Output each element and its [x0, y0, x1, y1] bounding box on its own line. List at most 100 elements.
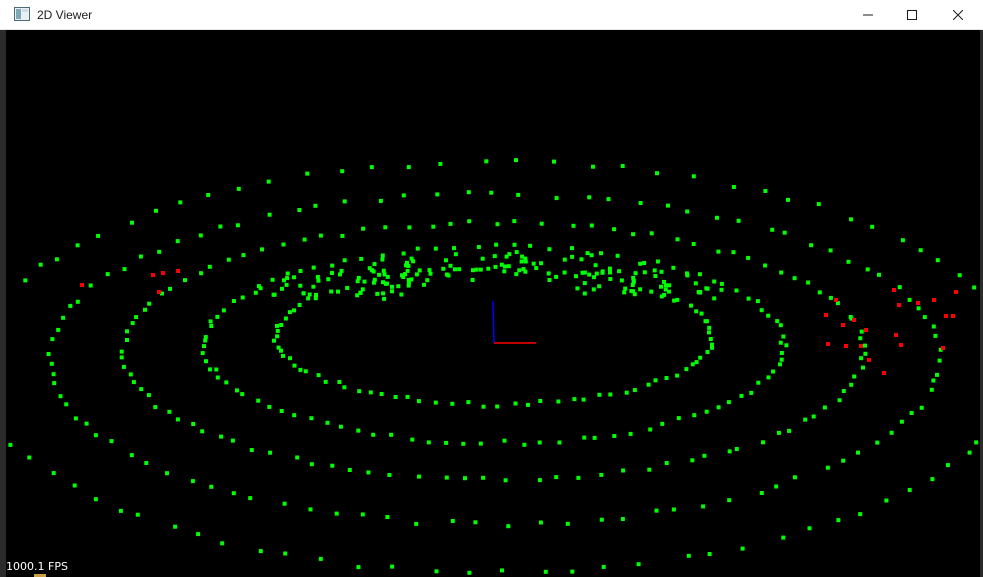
point [547, 278, 552, 282]
point [387, 473, 392, 477]
point [972, 285, 977, 290]
point [621, 468, 626, 473]
point [330, 263, 335, 268]
point [592, 435, 597, 440]
point [476, 245, 481, 249]
point-cloud-viewport[interactable]: 1000.1 FPS [6, 30, 980, 575]
point [230, 438, 235, 443]
point [359, 256, 364, 261]
point [219, 434, 224, 439]
point [592, 275, 596, 280]
point [478, 267, 483, 272]
point [93, 433, 98, 438]
title-bar[interactable]: 2D Viewer [0, 0, 983, 30]
point [638, 261, 643, 266]
point [105, 272, 110, 277]
point [46, 352, 51, 356]
point [608, 277, 613, 281]
point [125, 329, 129, 334]
point [281, 353, 285, 358]
point [726, 400, 731, 405]
point [659, 284, 663, 289]
point [339, 268, 344, 273]
point [951, 314, 955, 318]
point [342, 385, 347, 390]
point [49, 361, 54, 366]
point [954, 290, 958, 294]
point [389, 432, 394, 437]
point [428, 271, 433, 276]
point [231, 491, 236, 496]
point [8, 442, 13, 447]
point [399, 292, 404, 297]
point [894, 333, 898, 337]
point [134, 315, 139, 320]
point [632, 388, 637, 393]
point [248, 496, 253, 501]
z-axis-line [492, 300, 495, 344]
point [734, 447, 739, 451]
point [93, 497, 98, 502]
point [655, 171, 659, 176]
point [118, 508, 123, 513]
point [907, 297, 912, 302]
point [478, 441, 483, 446]
point [323, 379, 328, 384]
point [287, 310, 292, 315]
point [131, 380, 136, 385]
point [84, 421, 89, 426]
point [705, 350, 710, 354]
point [519, 259, 524, 264]
point [716, 249, 721, 254]
point [844, 344, 848, 348]
point [520, 254, 525, 259]
point [214, 367, 219, 372]
point [409, 256, 414, 261]
point [486, 266, 491, 271]
point [935, 258, 940, 263]
point [662, 279, 666, 284]
point [557, 440, 562, 445]
point [825, 465, 830, 470]
point [858, 512, 863, 517]
point [653, 378, 658, 383]
point [235, 388, 239, 393]
point [318, 556, 323, 561]
point [899, 343, 903, 347]
point [514, 158, 518, 163]
point [311, 265, 316, 270]
point [275, 323, 279, 328]
maximize-button[interactable] [889, 0, 935, 29]
point [811, 414, 816, 419]
point [756, 380, 761, 385]
point [834, 298, 838, 302]
point [565, 521, 570, 526]
point [654, 508, 659, 513]
point [856, 450, 860, 455]
point [61, 315, 66, 320]
point [119, 349, 124, 354]
point [574, 274, 578, 279]
point [433, 246, 438, 251]
point-cloud-canvas[interactable] [6, 30, 980, 575]
point [270, 277, 275, 282]
point [581, 397, 586, 402]
point [816, 202, 821, 207]
point [96, 233, 101, 238]
point [593, 263, 598, 268]
close-button[interactable] [935, 0, 981, 29]
point [638, 201, 643, 205]
point [196, 532, 201, 537]
point [937, 358, 942, 363]
point [481, 475, 486, 480]
point [135, 512, 140, 517]
point [539, 221, 544, 226]
point [209, 484, 214, 489]
minimize-button[interactable] [845, 0, 891, 29]
maximize-icon [907, 9, 917, 20]
point [305, 171, 310, 176]
point [712, 279, 717, 284]
point [334, 511, 339, 516]
point [221, 308, 226, 313]
point [128, 372, 133, 377]
